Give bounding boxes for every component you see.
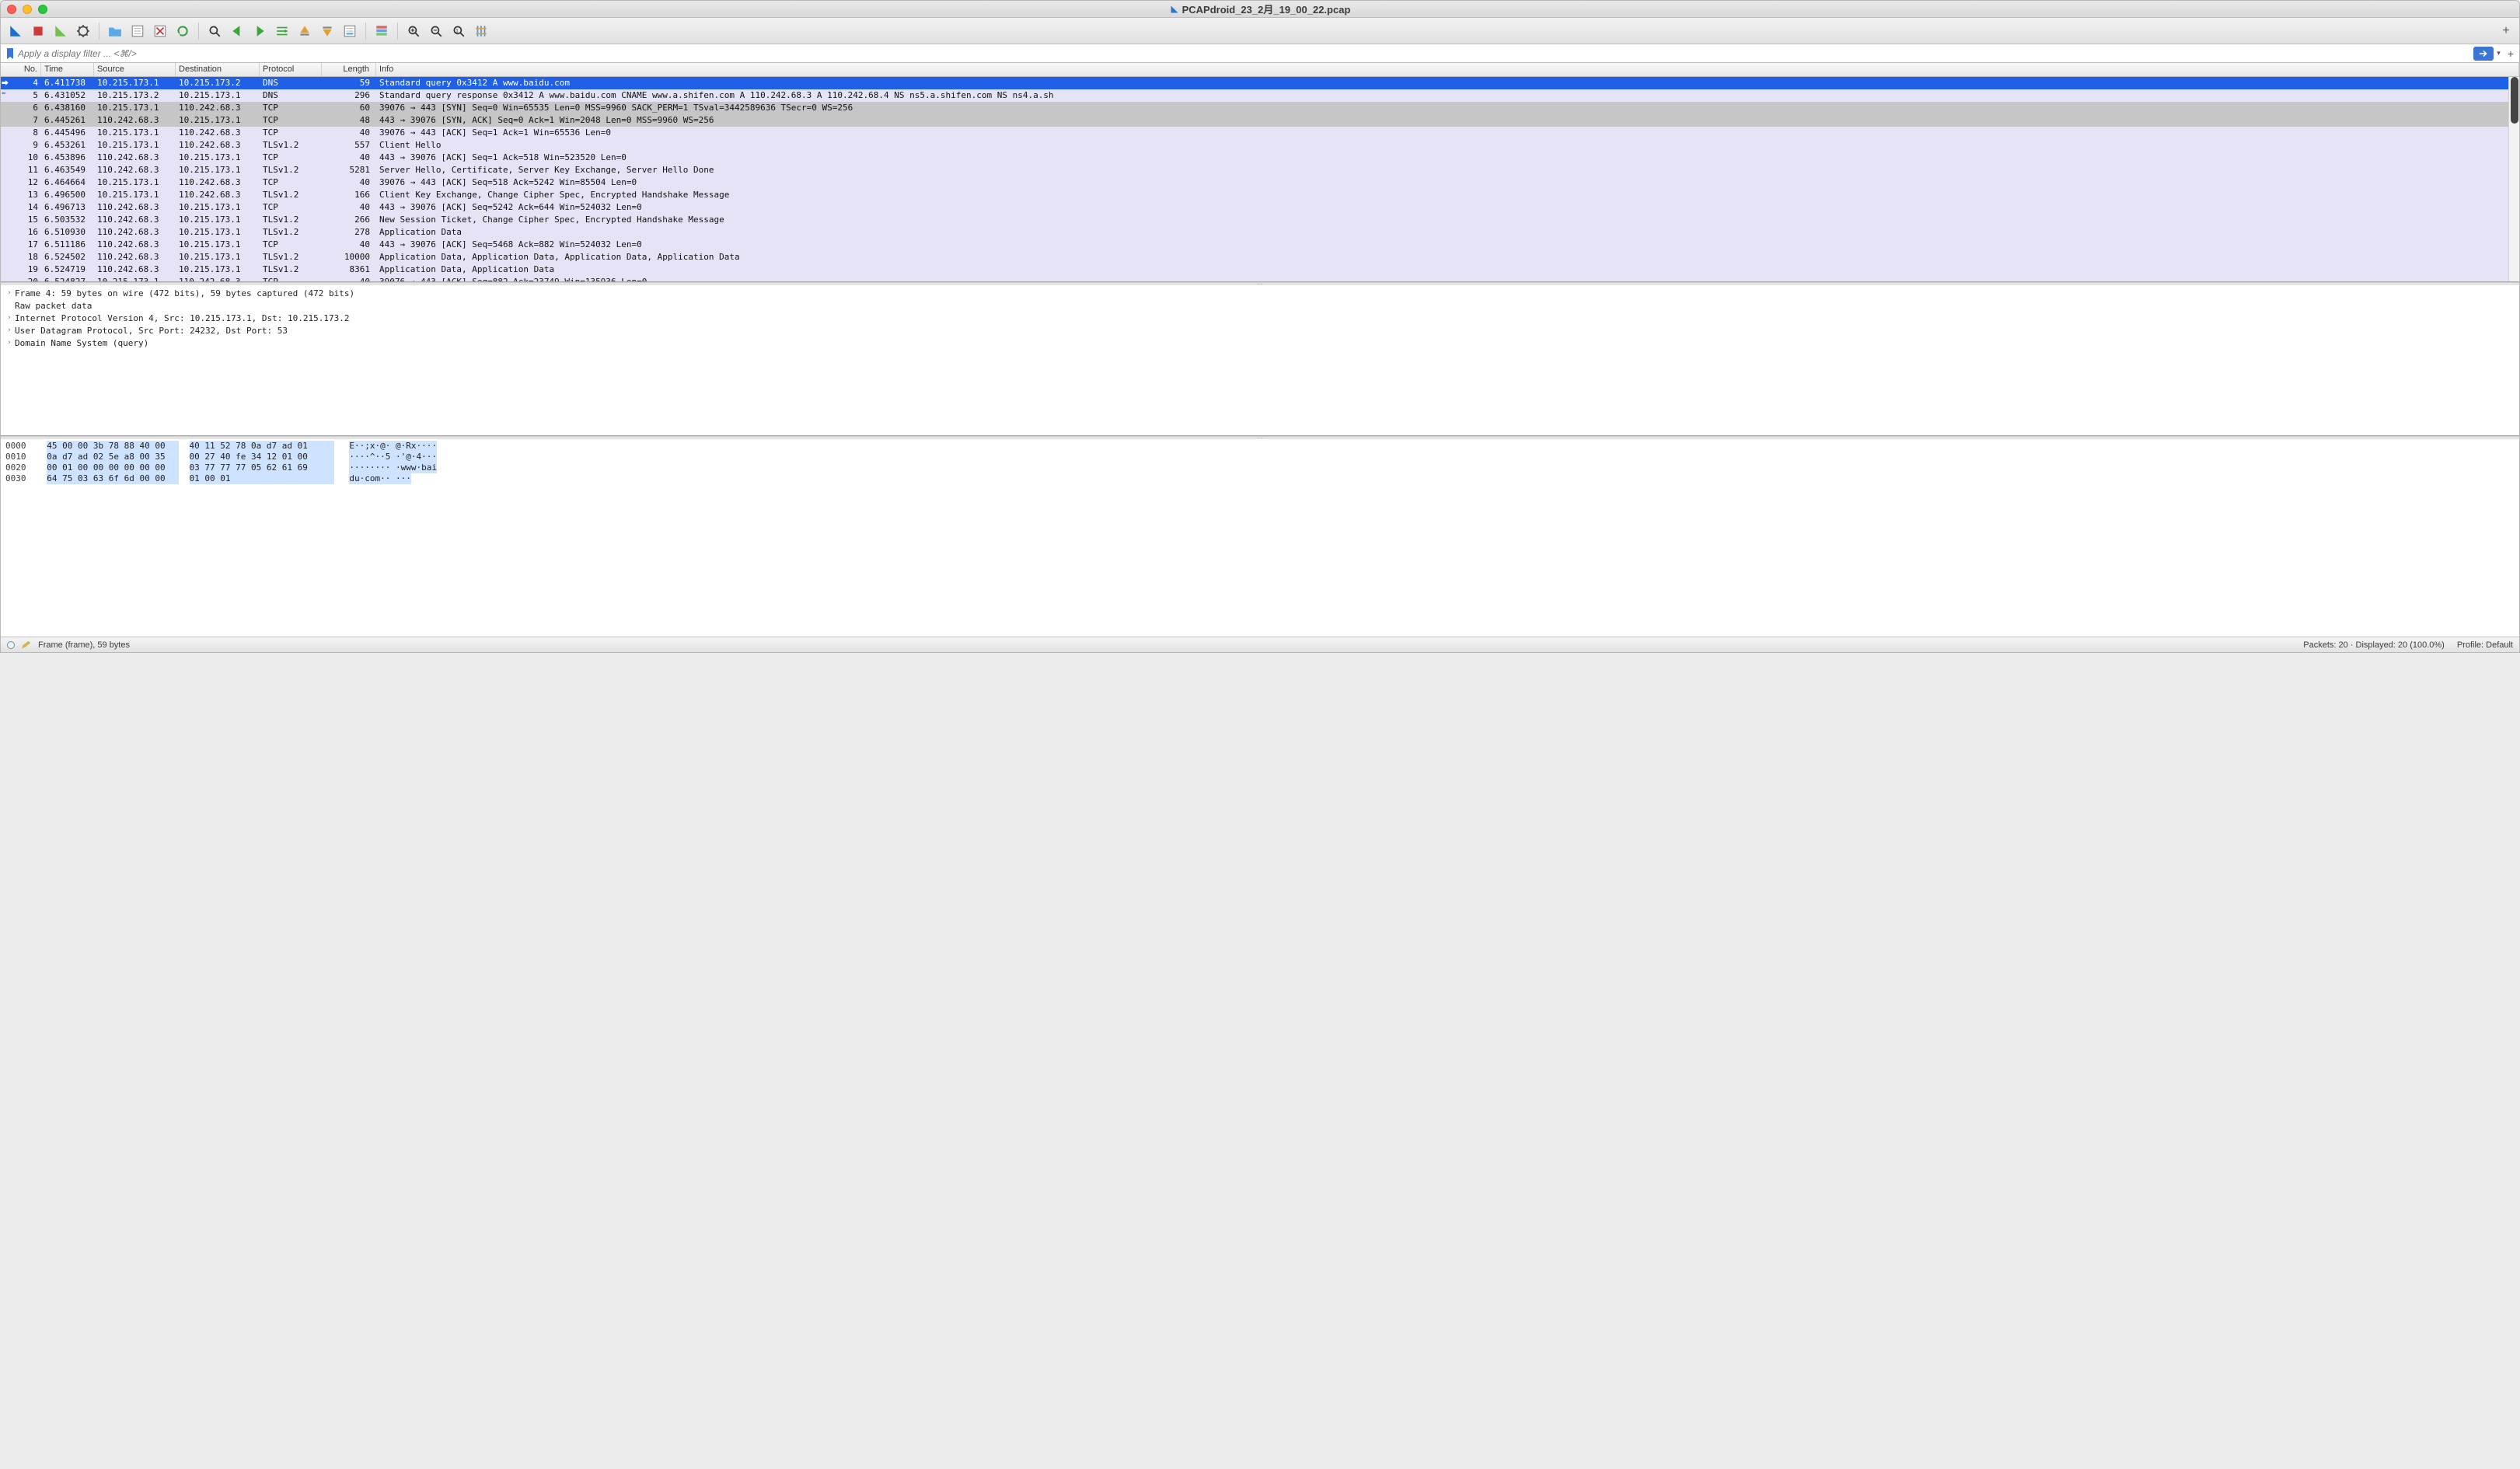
go-to-packet-button[interactable] (272, 21, 292, 41)
svg-text:1: 1 (455, 28, 459, 33)
apply-filter-button[interactable] (2473, 47, 2494, 61)
close-file-button[interactable] (150, 21, 170, 41)
packet-row[interactable]: 66.43816010.215.173.1110.242.68.3TCP6039… (1, 102, 2519, 114)
packet-row[interactable]: 166.510930110.242.68.310.215.173.1TLSv1.… (1, 226, 2519, 239)
expert-info-button[interactable] (7, 641, 15, 649)
wireshark-fin-icon (1170, 5, 1179, 14)
column-header-length[interactable]: Length (322, 63, 376, 76)
column-header-destination[interactable]: Destination (176, 63, 260, 76)
auto-scroll-button[interactable] (340, 21, 360, 41)
hex-row[interactable]: 0020 00 01 00 00 00 00 00 00 03 77 77 77… (5, 462, 2515, 473)
packet-row[interactable]: ⬅56.43105210.215.173.210.215.173.1DNS296… (1, 89, 2519, 102)
status-packet-counts: Packets: 20 · Displayed: 20 (100.0%) (2303, 640, 2445, 650)
display-filter-input[interactable] (18, 48, 2473, 59)
save-file-button[interactable] (127, 21, 148, 41)
colorize-button[interactable] (372, 21, 392, 41)
disclosure-triangle-icon[interactable]: › (4, 326, 15, 334)
details-row[interactable]: ›Domain Name System (query) (4, 337, 2516, 349)
stop-capture-button[interactable] (28, 21, 48, 41)
edit-comment-icon[interactable] (21, 640, 32, 650)
packet-row[interactable]: 116.463549110.242.68.310.215.173.1TLSv1.… (1, 164, 2519, 176)
packet-list-scrollbar[interactable] (2508, 77, 2519, 281)
titlebar: PCAPdroid_23_2月_19_00_22.pcap (1, 1, 2519, 18)
bookmark-filter-icon[interactable] (4, 47, 16, 60)
zoom-in-button[interactable] (403, 21, 424, 41)
hex-row[interactable]: 0010 0a d7 ad 02 5e a8 00 35 00 27 40 fe… (5, 452, 2515, 462)
restart-capture-button[interactable] (51, 21, 71, 41)
packet-list-pane: No. Time Source Destination Protocol Len… (1, 63, 2519, 282)
display-filter-bar: ▾ + (1, 44, 2519, 63)
packet-list-header[interactable]: No. Time Source Destination Protocol Len… (1, 63, 2519, 77)
go-to-first-button[interactable] (295, 21, 315, 41)
packet-row[interactable]: 126.46466410.215.173.1110.242.68.3TCP403… (1, 176, 2519, 189)
hex-row[interactable]: 0000 45 00 00 3b 78 88 40 00 40 11 52 78… (5, 441, 2515, 452)
capture-options-button[interactable] (73, 21, 93, 41)
packet-row[interactable]: 186.524502110.242.68.310.215.173.1TLSv1.… (1, 251, 2519, 263)
find-packet-button[interactable] (204, 21, 225, 41)
new-tab-button[interactable]: + (2498, 23, 2514, 39)
details-row[interactable]: ›Internet Protocol Version 4, Src: 10.21… (4, 312, 2516, 324)
packet-row[interactable]: 106.453896110.242.68.310.215.173.1TCP404… (1, 152, 2519, 164)
app-window: PCAPdroid_23_2月_19_00_22.pcap 1 + (0, 0, 2520, 653)
minimize-window-button[interactable] (23, 5, 32, 14)
column-header-time[interactable]: Time (41, 63, 94, 76)
close-window-button[interactable] (7, 5, 16, 14)
window-title: PCAPdroid_23_2月_19_00_22.pcap (1, 2, 2519, 16)
status-field-text: Frame (frame), 59 bytes (38, 640, 130, 650)
packet-row[interactable]: 86.44549610.215.173.1110.242.68.3TCP4039… (1, 127, 2519, 139)
packet-bytes-pane[interactable]: 0000 45 00 00 3b 78 88 40 00 40 11 52 78… (1, 439, 2519, 637)
zoom-out-button[interactable] (426, 21, 446, 41)
column-header-protocol[interactable]: Protocol (260, 63, 322, 76)
packet-row[interactable]: 176.511186110.242.68.310.215.173.1TCP404… (1, 239, 2519, 251)
details-row[interactable]: ›Frame 4: 59 bytes on wire (472 bits), 5… (4, 287, 2516, 299)
packet-row[interactable]: ⮕46.41173810.215.173.110.215.173.2DNS59S… (1, 77, 2519, 89)
column-header-no[interactable]: No. (1, 63, 41, 76)
go-back-button[interactable] (227, 21, 247, 41)
zoom-window-button[interactable] (38, 5, 47, 14)
disclosure-triangle-icon[interactable]: › (4, 339, 15, 347)
start-capture-button[interactable] (5, 21, 26, 41)
packet-row[interactable]: 76.445261110.242.68.310.215.173.1TCP4844… (1, 114, 2519, 127)
filter-history-dropdown[interactable]: ▾ (2495, 49, 2502, 58)
zoom-reset-button[interactable]: 1 (449, 21, 469, 41)
details-row[interactable]: ›User Datagram Protocol, Src Port: 24232… (4, 324, 2516, 337)
add-filter-button[interactable]: + (2504, 47, 2518, 60)
hex-row[interactable]: 0030 64 75 03 63 6f 6d 00 00 01 00 01 du… (5, 473, 2515, 484)
scrollbar-thumb[interactable] (2511, 77, 2518, 124)
go-forward-button[interactable] (250, 21, 270, 41)
open-file-button[interactable] (105, 21, 125, 41)
disclosure-triangle-icon[interactable]: › (4, 289, 15, 297)
main-toolbar: 1 + (1, 18, 2519, 44)
packet-row[interactable]: 146.496713110.242.68.310.215.173.1TCP404… (1, 201, 2519, 214)
packet-row[interactable]: 96.45326110.215.173.1110.242.68.3TLSv1.2… (1, 139, 2519, 152)
go-to-last-button[interactable] (317, 21, 337, 41)
status-profile[interactable]: Profile: Default (2457, 640, 2513, 650)
packet-row[interactable]: 206.52482710.215.173.1110.242.68.3TCP403… (1, 276, 2519, 282)
reload-file-button[interactable] (173, 21, 193, 41)
disclosure-triangle-icon[interactable]: › (4, 314, 15, 322)
packet-details-pane[interactable]: ›Frame 4: 59 bytes on wire (472 bits), 5… (1, 285, 2519, 436)
packet-row[interactable]: 156.503532110.242.68.310.215.173.1TLSv1.… (1, 214, 2519, 226)
resize-columns-button[interactable] (471, 21, 491, 41)
details-row[interactable]: Raw packet data (4, 299, 2516, 312)
status-bar: Frame (frame), 59 bytes Packets: 20 · Di… (1, 637, 2519, 652)
packet-row[interactable]: 196.524719110.242.68.310.215.173.1TLSv1.… (1, 263, 2519, 276)
window-controls (7, 5, 47, 14)
column-header-source[interactable]: Source (94, 63, 176, 76)
packet-row[interactable]: 136.49650010.215.173.1110.242.68.3TLSv1.… (1, 189, 2519, 201)
column-header-info[interactable]: Info (376, 63, 2519, 76)
